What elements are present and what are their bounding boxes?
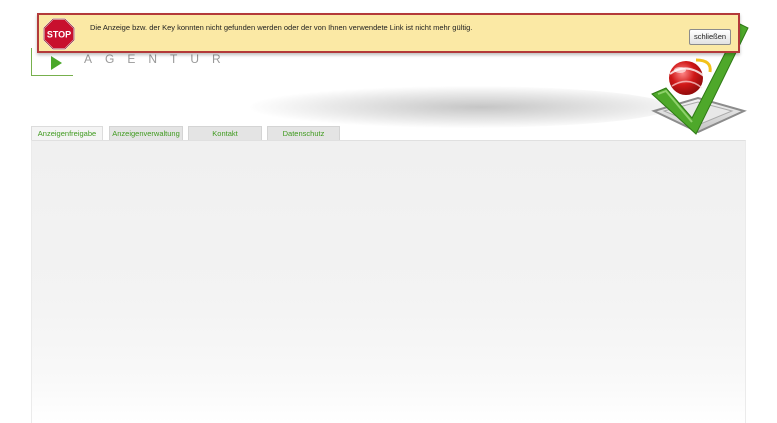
close-button[interactable]: schließen (689, 29, 731, 45)
tab-label: Kontakt (212, 129, 238, 138)
header-shadow (250, 86, 670, 128)
content-panel (31, 140, 746, 423)
tab-kontakt[interactable]: Kontakt (188, 126, 262, 141)
stop-sign-label: STOP (47, 30, 71, 40)
error-notification: STOP Die Anzeige bzw. der Key konnten ni… (37, 13, 740, 53)
play-icon (51, 56, 62, 70)
tab-anzeigenverwaltung[interactable]: Anzeigenverwaltung (109, 126, 183, 141)
tab-datenschutz[interactable]: Datenschutz (267, 126, 340, 141)
tab-label: Anzeigenfreigabe (37, 129, 97, 138)
error-message: Die Anzeige bzw. der Key konnten nicht g… (90, 23, 473, 32)
tab-label: Anzeigenverwaltung (112, 129, 180, 138)
brand-subtitle: AGENTUR (84, 52, 234, 66)
tab-anzeigenfreigabe[interactable]: Anzeigenfreigabe (31, 126, 103, 141)
page: AGENTUR Anzeigenfreigabe Anzeigenverwalt… (0, 0, 777, 423)
stop-sign-icon: STOP (43, 18, 75, 50)
tab-label: Datenschutz (282, 129, 325, 138)
